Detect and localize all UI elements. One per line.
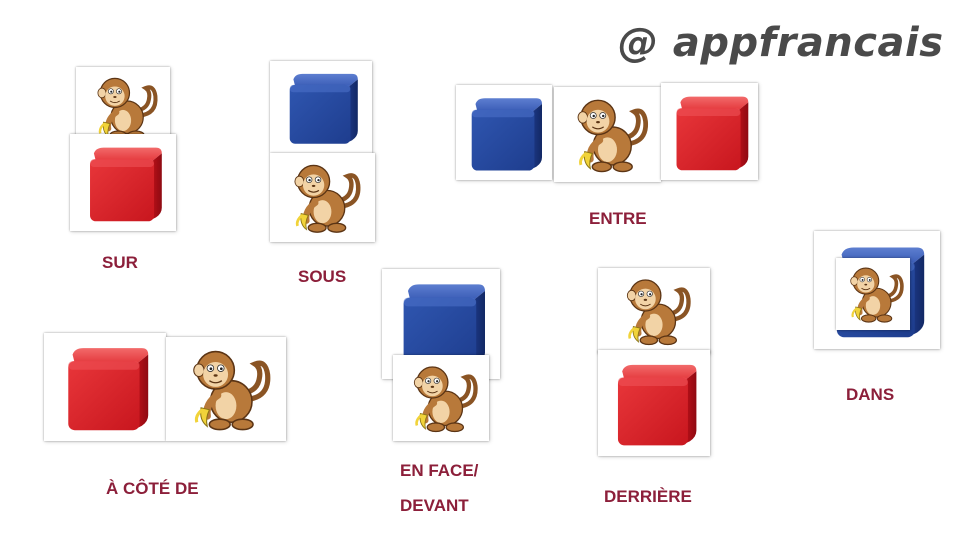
red-cube-icon	[70, 134, 176, 231]
label-en-face-line2: DEVANT	[400, 496, 469, 515]
blue-cube-tile-entre	[456, 85, 552, 180]
monkey-icon	[554, 87, 661, 182]
red-cube-tile-entre	[661, 83, 758, 180]
label-a-cote-de: À CÔTÉ DE	[106, 479, 199, 498]
label-en-face-line1: EN FACE/	[400, 461, 479, 480]
blue-cube-tile-sous	[270, 61, 372, 153]
red-cube-icon	[44, 333, 166, 441]
monkey-tile-entre	[554, 87, 661, 182]
red-cube-tile-sur	[70, 134, 176, 231]
monkey-icon	[270, 153, 375, 242]
label-sur: SUR	[102, 253, 138, 272]
monkey-icon	[598, 268, 710, 354]
monkey-tile-en-face	[393, 355, 489, 441]
label-derriere: DERRIÈRE	[604, 487, 692, 506]
monkey-tile-sous	[270, 153, 375, 242]
watermark: @ appfrancais	[618, 20, 944, 66]
blue-cube-icon	[456, 85, 552, 180]
monkey-tile-dans	[836, 258, 910, 330]
monkey-icon	[166, 337, 286, 441]
red-cube-tile-a-cote-de	[44, 333, 166, 441]
monkey-icon	[393, 355, 489, 441]
label-entre: ENTRE	[589, 209, 647, 228]
red-cube-icon	[661, 83, 758, 180]
blue-cube-icon	[270, 61, 372, 153]
red-cube-tile-derriere	[598, 350, 710, 456]
label-dans: DANS	[846, 385, 895, 404]
red-cube-icon	[598, 350, 710, 456]
label-sous: SOUS	[298, 267, 347, 286]
monkey-icon	[836, 258, 910, 330]
monkey-tile-derriere	[598, 268, 710, 354]
monkey-tile-a-cote-de	[166, 337, 286, 441]
